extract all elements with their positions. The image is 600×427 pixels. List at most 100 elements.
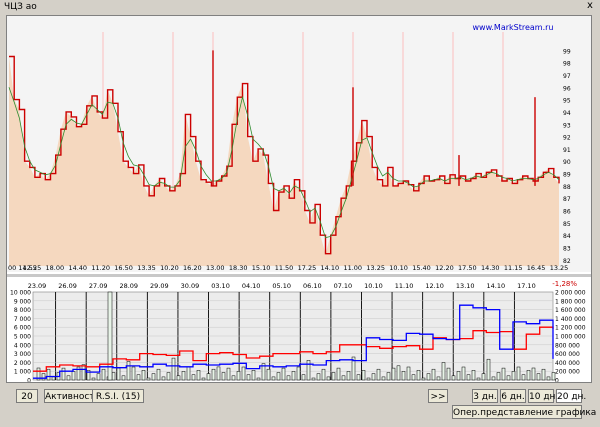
price-xtick-label: 13.35	[137, 264, 156, 272]
volume-bar	[356, 374, 361, 381]
view-mode-button[interactable]: Опер.представление графика	[452, 405, 596, 419]
volume-bar	[431, 368, 436, 381]
chart-divider	[7, 274, 591, 277]
date-label: 29.09	[150, 282, 169, 290]
volume-bar	[546, 376, 551, 381]
percent-change-label: -1,28%	[552, 280, 577, 288]
volume-bar	[426, 373, 431, 381]
price-xtick-label: 15.10	[252, 264, 271, 272]
volume-bar	[401, 371, 406, 381]
volume-bar	[536, 373, 541, 381]
date-label: 27.09	[89, 282, 108, 290]
volume-bar	[516, 366, 521, 381]
volume-ytick-left: 0	[27, 378, 31, 383]
price-ytick-label: 88	[563, 184, 571, 191]
price-ytick-label: 94	[563, 110, 571, 117]
price-ytick-label: 99	[563, 48, 571, 55]
range-6d-button[interactable]: 6 дн.	[500, 389, 526, 403]
volume-bar	[171, 357, 176, 381]
volume-ytick-right: 600 000	[555, 351, 580, 358]
volume-bar	[246, 374, 251, 381]
volume-bar	[91, 377, 96, 381]
volume-bar	[481, 373, 486, 381]
volume-bar	[266, 368, 271, 381]
volume-bar	[206, 373, 211, 381]
volume-bar	[116, 367, 121, 381]
volume-ytick-left: 5 000	[14, 334, 31, 341]
volume-bar	[216, 366, 221, 381]
volume-bar	[241, 366, 246, 381]
volume-bar	[396, 365, 401, 381]
volume-ytick-right: 1 600 000	[555, 307, 586, 314]
volume-bar	[371, 373, 376, 381]
price-xtick-label: 13.25	[550, 264, 569, 272]
volume-bar	[416, 370, 421, 381]
price-xtick-label: 18.30	[229, 264, 248, 272]
rsi-button[interactable]: R.S.I. (15)	[92, 389, 144, 403]
volume-bar	[361, 370, 366, 381]
volume-bar	[491, 376, 496, 381]
title-bar: ЧЦЗ ао x	[0, 0, 600, 14]
volume-ytick-left: 7 000	[14, 316, 31, 323]
activity-button[interactable]: Активность	[44, 389, 100, 403]
volume-bar	[211, 368, 216, 381]
volume-bar	[336, 367, 341, 381]
price-xtick-label: 13.00	[206, 264, 225, 272]
period-field[interactable]: 20	[16, 389, 38, 403]
scroll-forward-button[interactable]: >>	[428, 389, 448, 403]
volume-bar	[286, 375, 291, 381]
price-ytick-label: 98	[563, 61, 571, 68]
price-xtick-label: 16.20	[183, 264, 202, 272]
volume-ytick-right: 1 400 000	[555, 316, 586, 323]
volume-bar	[341, 375, 346, 381]
volume-bar	[111, 372, 116, 381]
volume-bar	[281, 367, 286, 381]
date-label: 13.10	[456, 282, 475, 290]
bottom-toolbar: 20 Активность R.S.I. (15) >> 3 дн. 6 дн.…	[6, 383, 596, 423]
volume-bar	[61, 367, 66, 381]
window-title: ЧЦЗ ао	[4, 2, 37, 12]
volume-ytick-right: 2 000 000	[555, 290, 586, 297]
volume-bar	[321, 368, 326, 381]
volume-bar	[201, 377, 206, 381]
volume-bar	[541, 368, 546, 381]
volume-bar	[451, 375, 456, 381]
volume-bar	[471, 370, 476, 381]
price-ytick-label: 91	[563, 147, 571, 154]
close-button[interactable]: x	[584, 0, 596, 12]
volume-bar	[181, 371, 186, 381]
range-10d-button[interactable]: 10 дн.	[528, 389, 558, 403]
volume-bar	[326, 376, 331, 381]
price-ytick-label: 89	[563, 172, 571, 179]
volume-bar	[136, 374, 141, 381]
price-xtick-label: 11.50	[275, 264, 294, 272]
price-xtick-label: 17.25	[298, 264, 317, 272]
volume-bar	[96, 373, 101, 381]
volume-bar	[406, 366, 411, 381]
price-ytick-label: 92	[563, 135, 571, 142]
volume-bar	[496, 372, 501, 381]
volume-bar	[531, 367, 536, 381]
volume-bar	[166, 372, 171, 381]
range-20d-button[interactable]: 20 дн.	[556, 389, 586, 403]
volume-bar	[506, 375, 511, 381]
volume-bar	[521, 374, 526, 381]
volume-ytick-right: 400 000	[555, 360, 580, 367]
price-ytick-label: 83	[563, 246, 571, 253]
volume-ytick-right: 1 800 000	[555, 298, 586, 305]
volume-bar	[66, 375, 71, 381]
volume-bar	[51, 376, 56, 381]
date-label: 17.10	[517, 282, 536, 290]
range-3d-button[interactable]: 3 дн.	[472, 389, 498, 403]
volume-bar	[221, 372, 226, 381]
volume-bar	[456, 371, 461, 381]
volume-ytick-left: 8 000	[14, 307, 31, 314]
chart-canvas: www.MarkStream.ru 99 98 97 96 95 94 93 92 91 90 89…	[7, 16, 591, 385]
price-xtick-label: 14.30	[481, 264, 500, 272]
volume-bar	[391, 367, 396, 381]
volume-bar	[196, 370, 201, 381]
volume-bar	[176, 375, 181, 381]
volume-bar	[501, 367, 506, 381]
volume-ytick-right: 1 200 000	[555, 325, 586, 332]
volume-bar	[256, 377, 261, 381]
